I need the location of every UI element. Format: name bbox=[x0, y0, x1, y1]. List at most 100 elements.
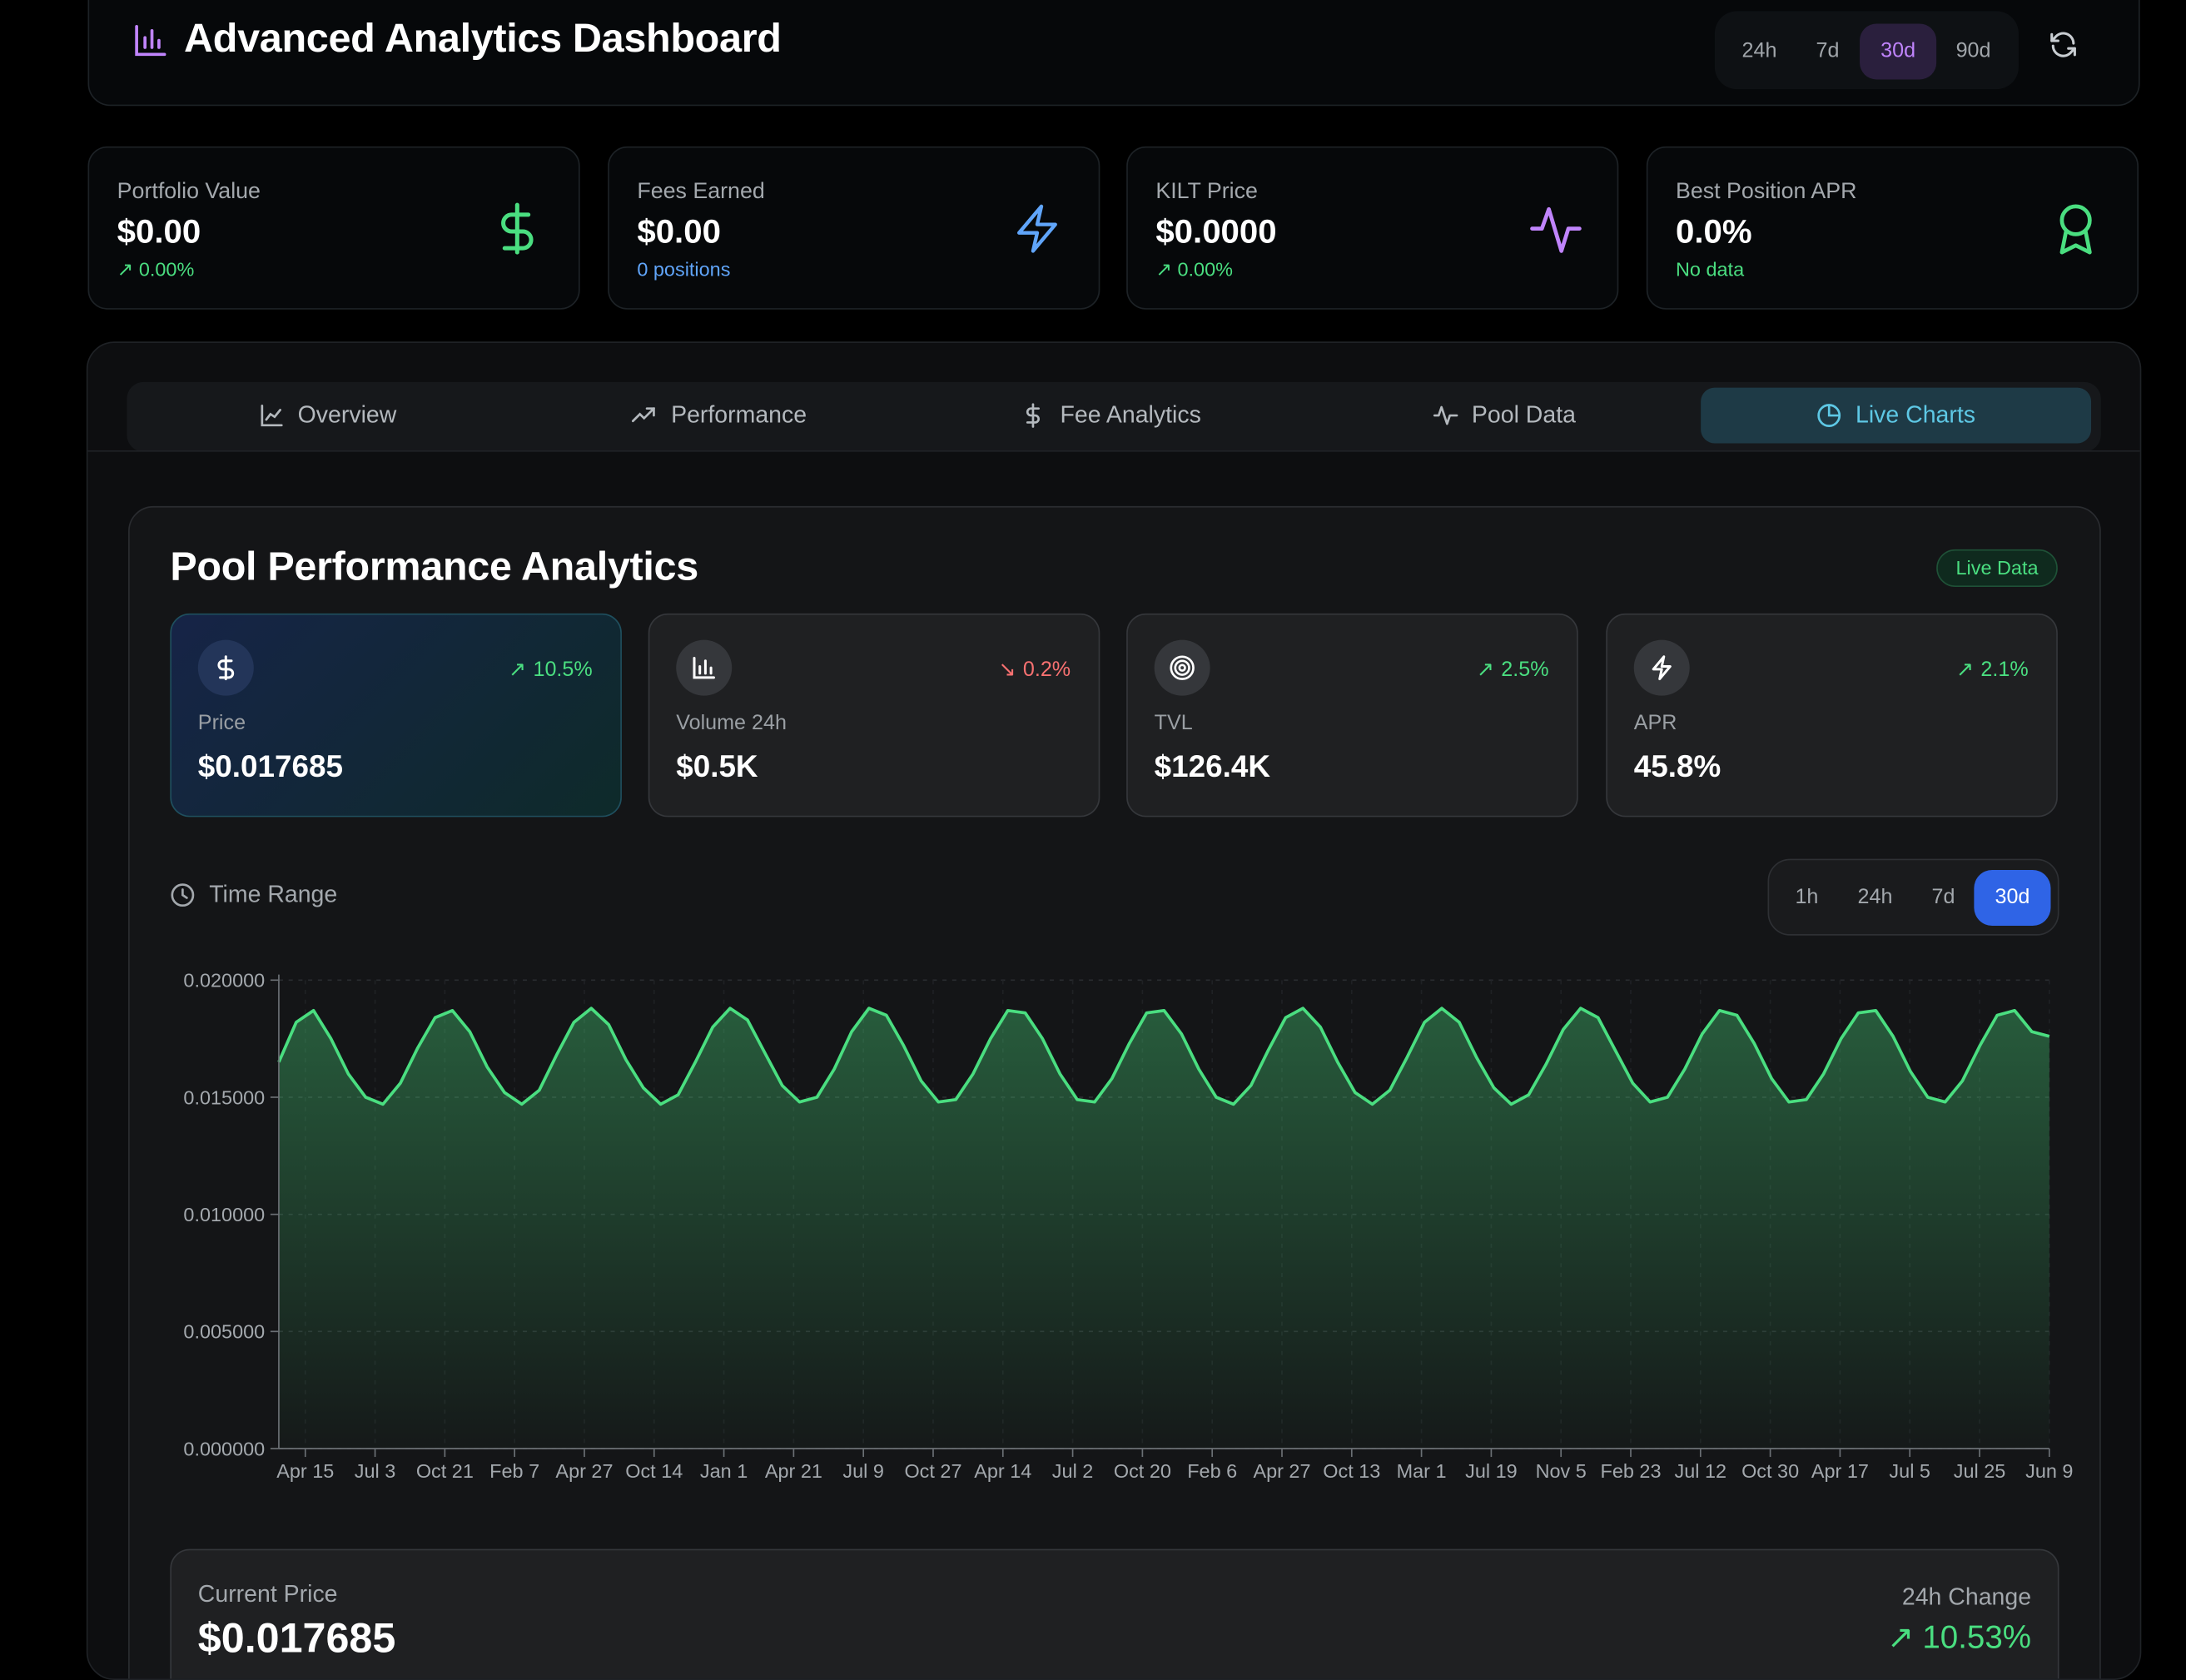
metric-change-text: 2.5% bbox=[1501, 657, 1549, 682]
section-title: Pool Performance Analytics bbox=[170, 544, 698, 590]
tab-overview[interactable]: Overview bbox=[132, 388, 523, 444]
chart-y-ticks: 0.000000 0.005000 0.010000 0.015000 0.020000 bbox=[183, 970, 279, 1459]
range-7d-button[interactable]: 7d bbox=[1794, 23, 1861, 79]
lightning-icon bbox=[1652, 655, 1672, 681]
change-value: ↗ 10.53% bbox=[1887, 1618, 2031, 1656]
refresh-icon[interactable] bbox=[2048, 29, 2079, 60]
trending-up-icon: ↗ bbox=[509, 658, 527, 682]
metric-value: $0.5K bbox=[676, 748, 758, 784]
trending-up-icon: ↗ bbox=[1476, 658, 1494, 682]
tab-live-charts[interactable]: Live Charts bbox=[1701, 387, 2092, 444]
bar-chart-icon bbox=[135, 24, 166, 57]
metric-card-apr[interactable]: ↗ 2.1% APR 45.8% bbox=[1606, 613, 2058, 818]
metric-label: Volume 24h bbox=[676, 711, 787, 735]
stat-card-fees-earned: Fees Earned $0.00 0 positions bbox=[608, 146, 1100, 310]
x-tick-label: Oct 21 bbox=[416, 1460, 474, 1482]
stat-sub-text: 0.00% bbox=[138, 257, 195, 281]
time-range-30d-button[interactable]: 30d bbox=[1974, 870, 2051, 927]
x-tick-label: Oct 20 bbox=[1114, 1460, 1171, 1482]
current-price-box: Current Price $0.017685 24h Change ↗ 10.5… bbox=[170, 1548, 2059, 1679]
activity-icon bbox=[1530, 206, 1582, 253]
tab-pool-data[interactable]: Pool Data bbox=[1309, 388, 1700, 444]
x-tick-label: Jul 9 bbox=[842, 1460, 884, 1482]
page-title: Advanced Analytics Dashboard bbox=[184, 17, 782, 62]
lightning-icon bbox=[1017, 204, 1057, 253]
dollar-icon bbox=[501, 202, 534, 255]
dollar-icon bbox=[217, 655, 235, 681]
range-30d-button[interactable]: 30d bbox=[1860, 23, 1937, 80]
trending-up-icon bbox=[632, 407, 656, 423]
x-tick-label: Feb 23 bbox=[1601, 1460, 1662, 1482]
stat-sub-text: 0.00% bbox=[1177, 257, 1233, 281]
metric-label: TVL bbox=[1154, 711, 1193, 735]
tab-label: Live Charts bbox=[1856, 401, 1976, 429]
metric-card-price[interactable]: ↗ 10.5% Price $0.017685 bbox=[170, 613, 622, 818]
trending-up-icon: ↗ bbox=[117, 257, 139, 281]
dollar-icon bbox=[1026, 403, 1041, 428]
tab-divider bbox=[87, 450, 2140, 452]
stat-value: $0.00 bbox=[637, 213, 721, 251]
app-root: Advanced Analytics Dashboard 24h 7d 30d … bbox=[0, 0, 2186, 1680]
metric-change: ↗ 10.5% bbox=[509, 657, 593, 682]
x-tick-label: Oct 27 bbox=[904, 1460, 961, 1482]
stat-card-best-apr: Best Position APR 0.0% No data bbox=[1646, 146, 2139, 310]
tab-label: Pool Data bbox=[1471, 401, 1576, 429]
header-bar: Advanced Analytics Dashboard 24h 7d 30d … bbox=[87, 0, 2140, 107]
x-tick-label: Jan 1 bbox=[700, 1460, 748, 1482]
metric-icon-wrap bbox=[1633, 639, 1690, 696]
trending-up-icon: ↗ bbox=[1887, 1618, 1915, 1655]
stat-card-kilt-price: KILT Price $0.0000 ↗ 0.00% bbox=[1126, 146, 1619, 310]
bar-chart-icon bbox=[693, 656, 715, 679]
stat-label: Portfolio Value bbox=[117, 180, 261, 204]
metric-change-text: 2.1% bbox=[1980, 657, 2029, 682]
x-tick-label: Jul 3 bbox=[355, 1460, 396, 1482]
stat-card-portfolio-value: Portfolio Value $0.00 ↗ 0.00% bbox=[87, 146, 580, 310]
x-tick-label: Mar 1 bbox=[1397, 1460, 1447, 1482]
activity-icon bbox=[1433, 405, 1458, 425]
tab-fee-analytics[interactable]: Fee Analytics bbox=[916, 388, 1306, 444]
metric-change: ↗ 2.5% bbox=[1477, 657, 1549, 682]
metric-icon-wrap bbox=[676, 639, 733, 696]
pie-chart-icon bbox=[1817, 404, 1841, 427]
x-tick-label: Jul 12 bbox=[1675, 1460, 1727, 1482]
analytics-panel: Overview Performance Fee Analytics Pool … bbox=[86, 341, 2142, 1680]
metric-card-volume[interactable]: ↘ 0.2% Volume 24h $0.5K bbox=[648, 613, 1100, 818]
x-tick-label: Oct 14 bbox=[625, 1460, 683, 1482]
tab-label: Fee Analytics bbox=[1060, 401, 1201, 429]
x-tick-label: Apr 15 bbox=[276, 1460, 334, 1482]
metric-card-tvl[interactable]: ↗ 2.5% TVL $126.4K bbox=[1126, 613, 1578, 818]
metric-icon-wrap bbox=[1154, 639, 1210, 696]
time-range-selector: 1h 24h 7d 30d bbox=[1767, 858, 2059, 936]
x-tick-label: Jul 25 bbox=[1954, 1460, 2006, 1482]
area-fill bbox=[278, 1008, 2049, 1449]
stat-sub: ↗ 0.00% bbox=[117, 258, 195, 281]
time-range-24h-button[interactable]: 24h bbox=[1841, 870, 1910, 926]
stat-label: Best Position APR bbox=[1675, 180, 1857, 204]
stat-label: KILT Price bbox=[1155, 180, 1258, 204]
x-tick-label: Feb 7 bbox=[489, 1460, 539, 1482]
x-tick-label: Apr 21 bbox=[765, 1460, 822, 1482]
line-chart-icon bbox=[260, 404, 282, 427]
stat-sub: 0 positions bbox=[637, 257, 731, 281]
time-range-7d-button[interactable]: 7d bbox=[1914, 870, 1972, 926]
change-label: 24h Change bbox=[1901, 1583, 2032, 1611]
y-tick-label: 0.000000 bbox=[183, 1438, 265, 1459]
trending-up-icon: ↗ bbox=[1955, 658, 1975, 682]
y-tick-label: 0.020000 bbox=[183, 970, 265, 992]
stat-sub: No data bbox=[1675, 257, 1745, 281]
range-90d-button[interactable]: 90d bbox=[1942, 23, 2005, 79]
range-24h-button[interactable]: 24h bbox=[1731, 23, 1787, 79]
x-tick-label: Apr 27 bbox=[555, 1460, 613, 1482]
price-area-chart[interactable]: 0.000000 0.005000 0.010000 0.015000 0.020000… bbox=[130, 961, 2103, 1504]
time-range-1h-button[interactable]: 1h bbox=[1779, 870, 1835, 926]
metric-value: 45.8% bbox=[1633, 748, 1721, 784]
stat-value: 0.0% bbox=[1675, 213, 1752, 251]
tab-performance[interactable]: Performance bbox=[524, 388, 915, 444]
target-icon bbox=[1170, 655, 1195, 680]
trending-down-icon: ↘ bbox=[998, 658, 1016, 682]
metric-icon-wrap bbox=[197, 639, 254, 696]
x-tick-label: Jul 19 bbox=[1465, 1460, 1518, 1482]
time-range-label: Time Range bbox=[170, 881, 337, 908]
tab-label: Overview bbox=[297, 401, 397, 429]
stat-value: $0.00 bbox=[117, 213, 201, 251]
